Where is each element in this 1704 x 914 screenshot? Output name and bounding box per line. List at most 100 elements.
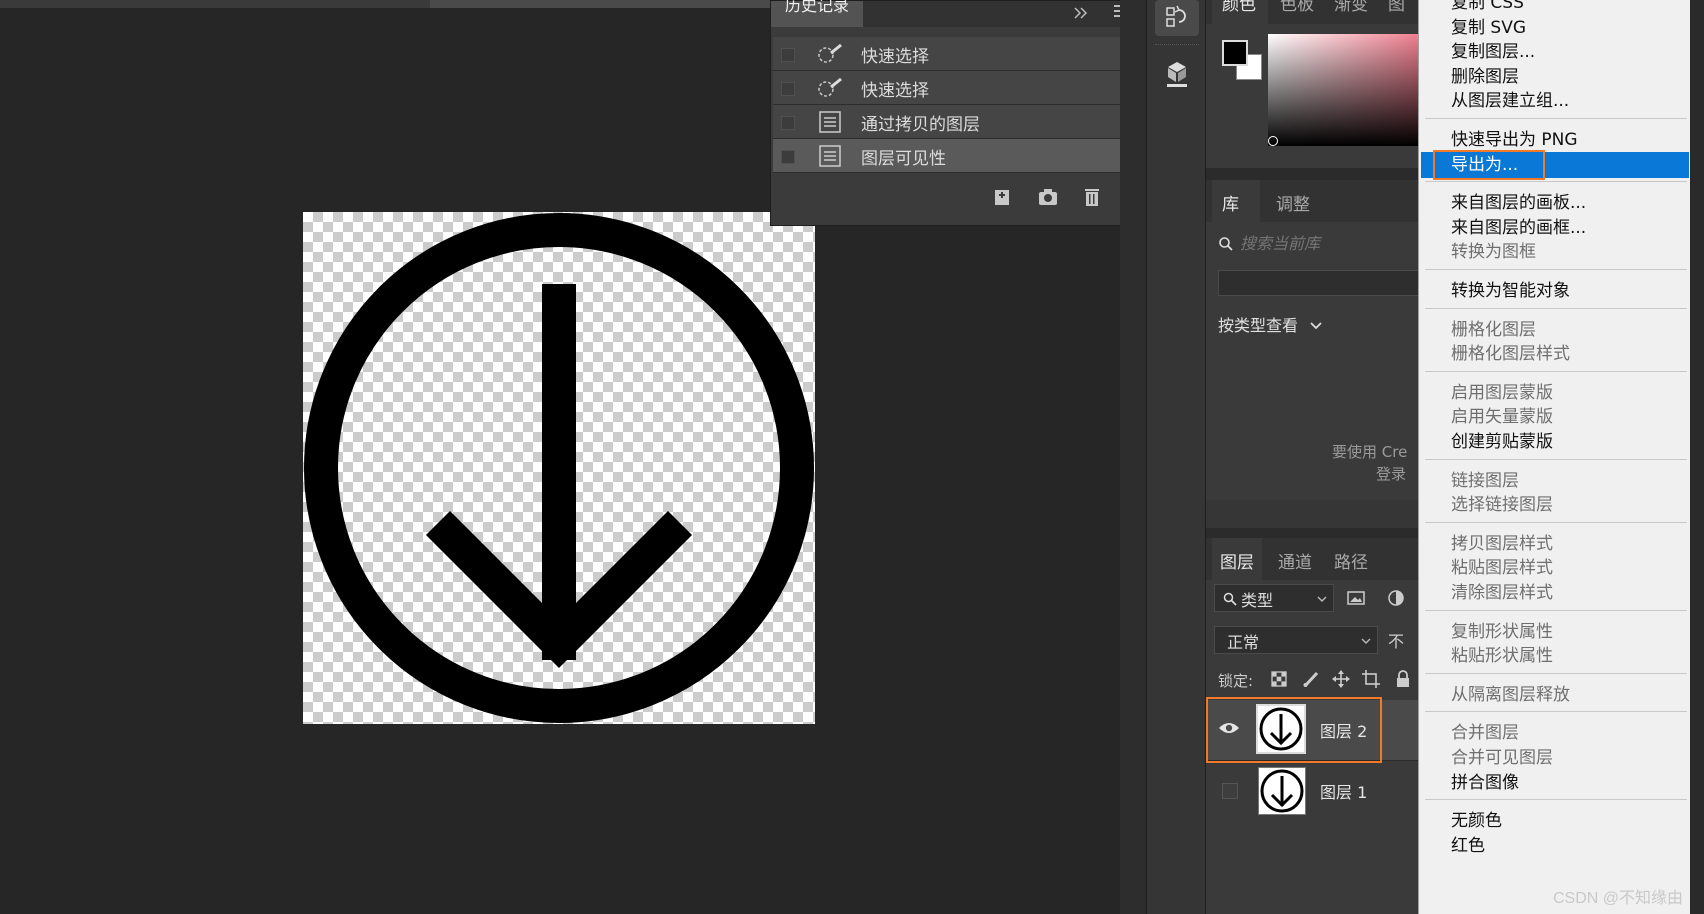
tab-adjustments[interactable]: 调整 xyxy=(1276,190,1310,215)
menu-item[interactable]: 复制 SVG xyxy=(1419,15,1691,41)
history-checkbox[interactable] xyxy=(781,48,795,62)
menu-item[interactable]: 无颜色 xyxy=(1419,808,1691,834)
tab-history[interactable]: 历史记录 xyxy=(771,0,863,27)
menu-item[interactable]: 从图层建立组... xyxy=(1419,88,1691,114)
document-tab-strip-active xyxy=(430,0,770,8)
library-search-input[interactable] xyxy=(1240,230,1418,256)
layer-thumbnail[interactable] xyxy=(1258,767,1306,815)
tab-paths[interactable]: 路径 xyxy=(1334,548,1368,573)
tab-layers[interactable]: 图层 xyxy=(1212,538,1262,580)
highlight-box-export xyxy=(1433,149,1545,180)
history-item-label: 快速选择 xyxy=(861,47,929,67)
menu-item[interactable]: 复制图层... xyxy=(1419,39,1691,65)
color-picker-field[interactable] xyxy=(1268,34,1418,146)
context-menu: 复制 CSS 复制 SVG 复制图层... 删除图层 从图层建立组... 快速导出为 PN… xyxy=(1418,0,1690,914)
menu-item: 合并图层 xyxy=(1451,723,1519,744)
foreground-color-swatch[interactable] xyxy=(1222,40,1248,66)
document-icon xyxy=(817,145,843,167)
history-item[interactable]: 快速选择 xyxy=(773,37,1123,71)
highlight-box-layer xyxy=(1206,697,1382,763)
menu-item[interactable]: 复制 CSS xyxy=(1419,0,1691,16)
menu-item[interactable]: 转换为智能对象 xyxy=(1419,278,1691,304)
tab-color[interactable]: 颜色 xyxy=(1212,0,1268,24)
history-footer xyxy=(771,177,1145,215)
history-item[interactable]: 快速选择 xyxy=(773,71,1123,105)
menu-item[interactable]: 来自图层的画板... xyxy=(1419,190,1691,216)
tab-color-label: 颜色 xyxy=(1222,0,1256,15)
layer-filter-dropdown[interactable]: 类型 xyxy=(1214,584,1334,612)
watermark: CSDN @不知缘由 xyxy=(1553,890,1684,907)
opacity-label: 不 xyxy=(1388,632,1405,651)
3d-panel-button[interactable] xyxy=(1155,56,1199,92)
lock-transparent-pixels-icon[interactable] xyxy=(1270,670,1288,688)
history-checkbox[interactable] xyxy=(781,116,795,130)
layer-filter-label: 类型 xyxy=(1241,591,1274,610)
menu-item: 从隔离图层释放 xyxy=(1451,684,1570,705)
lock-artboard-icon[interactable] xyxy=(1362,670,1380,688)
quick-select-icon xyxy=(817,43,843,65)
tab-channels[interactable]: 通道 xyxy=(1278,548,1312,573)
tab-gradients[interactable]: 渐变 xyxy=(1334,0,1368,15)
history-item-label: 通过拷贝的图层 xyxy=(861,115,980,135)
library-panel-bottom xyxy=(1206,528,1418,538)
camera-icon[interactable] xyxy=(1037,187,1059,207)
history-checkbox[interactable] xyxy=(781,150,795,164)
layer-row[interactable]: 图层 1 xyxy=(1208,760,1418,820)
menu-item: 选择链接图层 xyxy=(1451,495,1553,516)
arrow-down-circle-icon xyxy=(304,213,814,723)
menu-item: 粘贴形状属性 xyxy=(1451,646,1553,667)
library-dropdown[interactable] xyxy=(1218,270,1418,296)
tab-patterns[interactable]: 图 xyxy=(1388,0,1405,15)
menu-item: 链接图层 xyxy=(1451,470,1519,491)
blend-mode-select[interactable]: 正常 xyxy=(1214,626,1378,654)
search-icon xyxy=(1218,236,1234,252)
history-item-label: 快速选择 xyxy=(861,81,929,101)
menu-item[interactable]: 删除图层 xyxy=(1419,64,1691,90)
document-canvas[interactable] xyxy=(303,212,815,724)
menu-item[interactable]: 来自图层的画框... xyxy=(1419,215,1691,241)
tab-layers-label: 图层 xyxy=(1220,553,1254,573)
menu-item[interactable]: 红色 xyxy=(1419,833,1691,859)
panel-header-bar xyxy=(863,1,1145,27)
right-panels: 颜色 色板 渐变 图 库 调整 按类型查看 要使用 Cre 登录 图层 通道 路… xyxy=(1206,0,1418,914)
menu-item: 复制形状属性 xyxy=(1451,621,1553,642)
tab-libraries[interactable]: 库 xyxy=(1212,180,1260,222)
menu-item: 栅格化图层 xyxy=(1451,319,1536,340)
menu-separator xyxy=(1425,672,1687,674)
menu-item: 启用矢量蒙版 xyxy=(1451,407,1553,428)
history-item[interactable]: 通过拷贝的图层 xyxy=(773,105,1123,139)
menu-separator xyxy=(1425,370,1687,372)
lock-all-icon[interactable] xyxy=(1394,670,1412,688)
blend-mode-label: 正常 xyxy=(1227,633,1260,652)
menu-separator xyxy=(1425,711,1687,713)
menu-item: 启用图层蒙版 xyxy=(1451,382,1553,403)
library-message-line2: 登录 xyxy=(1376,465,1407,483)
quick-select-icon xyxy=(817,77,843,99)
menu-separator xyxy=(1425,609,1687,611)
adjustment-filter-icon[interactable] xyxy=(1386,588,1406,608)
color-panel-bottom xyxy=(1206,168,1418,180)
panel-icon-column xyxy=(1146,0,1206,914)
menu-item[interactable]: 创建剪贴蒙版 xyxy=(1419,429,1691,455)
collapse-panel-icon[interactable] xyxy=(1073,5,1089,21)
panel-gutter xyxy=(1120,0,1146,914)
chevron-down-icon xyxy=(1361,638,1371,644)
lock-image-pixels-icon[interactable] xyxy=(1302,670,1320,688)
right-edge xyxy=(1690,0,1704,914)
lock-position-icon[interactable] xyxy=(1332,670,1350,688)
history-panel: 历史记录 快速选择 快速选择 通过拷贝的图层 图层可见性 xyxy=(770,0,1146,226)
divider xyxy=(1155,44,1199,48)
new-document-from-state-icon[interactable] xyxy=(991,187,1013,207)
menu-item: 合并可见图层 xyxy=(1451,748,1553,768)
menu-item[interactable]: 拼合图像 xyxy=(1419,770,1691,796)
view-by-type-dropdown[interactable]: 按类型查看 xyxy=(1218,312,1322,336)
image-filter-icon[interactable] xyxy=(1346,588,1366,608)
visibility-toggle[interactable] xyxy=(1222,783,1238,799)
history-checkbox[interactable] xyxy=(781,82,795,96)
tab-swatches[interactable]: 色板 xyxy=(1280,0,1314,15)
document-icon xyxy=(817,111,843,133)
history-item-selected[interactable]: 图层可见性 xyxy=(773,139,1123,173)
layers-empty-area xyxy=(1208,822,1418,914)
history-panel-button[interactable] xyxy=(1155,0,1199,36)
trash-icon[interactable] xyxy=(1081,187,1103,207)
